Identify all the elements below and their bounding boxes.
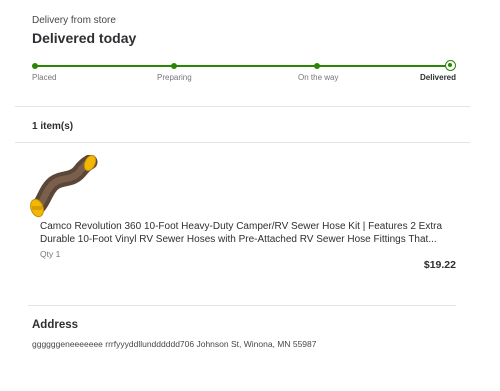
progress-dot-placed: [32, 63, 38, 69]
items-count-label: 1 item(s): [32, 121, 74, 132]
progress-dot-delivered: [445, 60, 456, 71]
address-text: ggggggeneeeeeee rrrfyyyddllundddddd706 J…: [32, 339, 317, 349]
stage-label-preparing: Preparing: [157, 73, 192, 82]
stage-label-placed: Placed: [32, 73, 57, 82]
delivery-progress-tracker: [32, 60, 456, 71]
section-divider: [28, 305, 456, 306]
delivery-method-label: Delivery from store: [32, 15, 116, 26]
section-divider: [15, 142, 470, 143]
progress-dot-on-the-way: [314, 63, 320, 69]
address-heading: Address: [32, 319, 79, 331]
product-price: $19.22: [423, 259, 456, 271]
section-divider: [15, 106, 470, 107]
stage-label-delivered: Delivered: [420, 73, 457, 82]
progress-dot-preparing: [171, 63, 177, 69]
product-title[interactable]: Camco Revolution 360 10-Foot Heavy-Duty …: [40, 220, 460, 246]
delivery-status-title: Delivered today: [32, 30, 137, 46]
sewer-hose-image[interactable]: [28, 154, 100, 219]
progress-line: [35, 65, 452, 67]
stage-label-on-the-way: On the way: [298, 73, 339, 82]
product-quantity: Qty 1: [40, 249, 61, 259]
